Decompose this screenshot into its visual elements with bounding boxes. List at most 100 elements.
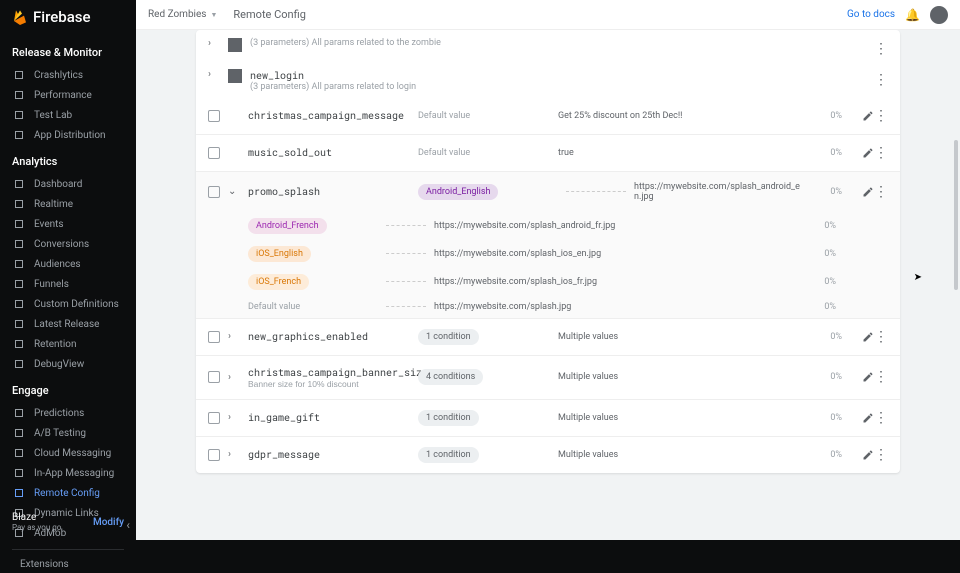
edit-icon[interactable] [862,371,874,383]
checkbox[interactable] [208,110,220,122]
nav-icon [12,426,26,440]
variant-row: Default valuehttps://mywebsite.com/splas… [196,296,900,318]
edit-icon[interactable] [862,147,874,159]
checkbox[interactable] [208,412,220,424]
sidebar-item-extensions[interactable]: Extensions [0,556,136,573]
sidebar-item-performance[interactable]: Performance [0,85,136,105]
edit-icon[interactable] [862,331,874,343]
condition-chip[interactable]: Android_English [418,184,498,200]
sidebar-item-conversions[interactable]: Conversions [0,234,136,254]
param-value: Multiple values [558,372,802,382]
sidebar-item-app-distribution[interactable]: App Distribution [0,125,136,145]
edit-icon[interactable] [862,186,874,198]
checkbox[interactable] [208,186,220,198]
nav-label: Test Lab [34,110,72,121]
nav-icon [12,297,26,311]
nav-icon [12,128,26,142]
sidebar-item-predictions[interactable]: Predictions [0,403,136,423]
condition-count-chip[interactable]: 4 conditions [418,369,483,385]
param-row: christmas_campaign_messageDefault valueG… [196,98,900,135]
nav-label: Predictions [34,408,84,419]
fetch-pct: 0% [802,372,842,382]
checkbox[interactable] [208,331,220,343]
condition-chip[interactable]: Android_French [248,218,327,234]
checkbox[interactable] [208,371,220,383]
sidebar-item-crashlytics[interactable]: Crashlytics [0,65,136,85]
project-selector[interactable]: Red Zombies ▼ [148,9,217,20]
sidebar-item-test-lab[interactable]: Test Lab [0,105,136,125]
sidebar-item-a-b-testing[interactable]: A/B Testing [0,423,136,443]
expand-icon[interactable]: › [228,412,242,423]
more-icon[interactable]: ⋮ [874,108,888,124]
nav-label: Dashboard [34,179,82,190]
sidebar-item-realtime[interactable]: Realtime [0,194,136,214]
nav-label: Audiences [34,259,81,270]
extensions-label: Extensions [20,559,69,570]
plan-name: Blaze [12,512,61,523]
expand-icon[interactable]: › [228,372,242,383]
sidebar-item-debugview[interactable]: DebugView [0,354,136,374]
nav-icon [12,197,26,211]
sidebar-item-latest-release[interactable]: Latest Release [0,314,136,334]
edit-icon[interactable] [862,110,874,122]
expand-icon[interactable]: › [208,69,222,80]
sidebar-item-in-app-messaging[interactable]: In-App Messaging [0,463,136,483]
expand-icon[interactable]: › [208,38,222,49]
nav-icon [12,486,26,500]
more-icon[interactable]: ⋮ [874,145,888,161]
sidebar-item-remote-config[interactable]: Remote Config [0,483,136,503]
sidebar-item-cloud-messaging[interactable]: Cloud Messaging [0,443,136,463]
go-to-docs-link[interactable]: Go to docs [847,9,895,20]
edit-icon[interactable] [862,412,874,424]
condition-count-chip[interactable]: 1 condition [418,410,479,426]
nav-icon [12,357,26,371]
param-name: christmas_campaign_banner_sizeBanner siz… [248,366,418,389]
more-icon[interactable]: ⋮ [874,410,888,426]
param-value: Multiple values [558,450,802,460]
plan-sub: Pay as you go [12,523,61,532]
firebase-logo[interactable]: Firebase [0,8,136,36]
sidebar-item-dashboard[interactable]: Dashboard [0,174,136,194]
param-row: ›gdpr_message1 conditionMultiple values0… [196,437,900,473]
expand-icon[interactable]: › [228,331,242,342]
collapse-icon[interactable]: ⌄ [228,186,242,197]
more-icon[interactable]: ⋮ [874,72,888,88]
sidebar-item-custom-definitions[interactable]: Custom Definitions [0,294,136,314]
fetch-pct: 0% [802,148,842,158]
more-icon[interactable]: ⋮ [874,447,888,463]
checkbox[interactable] [208,147,220,159]
condition-label: Default value [418,111,470,121]
nav-label: App Distribution [34,130,106,141]
condition-chip[interactable]: iOS_English [248,246,311,262]
condition-count-chip[interactable]: 1 condition [418,447,479,463]
more-icon[interactable]: ⋮ [874,329,888,345]
nav-icon [12,217,26,231]
sidebar-item-retention[interactable]: Retention [0,334,136,354]
more-icon[interactable]: ⋮ [874,369,888,385]
fetch-pct: 0% [796,302,836,312]
avatar[interactable] [930,6,948,24]
condition-count-chip[interactable]: 1 condition [418,329,479,345]
connector-line [566,191,626,192]
sidebar-item-events[interactable]: Events [0,214,136,234]
scrollbar[interactable] [954,140,958,290]
param-value: Multiple values [558,413,802,423]
fetch-pct: 0% [796,277,836,287]
nav-label: Custom Definitions [34,299,119,310]
sidebar-item-funnels[interactable]: Funnels [0,274,136,294]
condition-chip[interactable]: iOS_French [248,274,309,290]
nav-icon [12,446,26,460]
param-value: https://mywebsite.com/splash.jpg [434,302,796,312]
folder-icon [228,69,242,83]
more-icon[interactable]: ⋮ [874,184,888,200]
more-icon[interactable]: ⋮ [874,41,888,57]
edit-icon[interactable] [862,449,874,461]
sidebar-item-audiences[interactable]: Audiences [0,254,136,274]
collapse-sidebar-icon[interactable]: ‹ [126,518,130,532]
group-desc: (3 parameters) All params related to log… [250,82,416,94]
param-name: gdpr_message [248,448,418,461]
notifications-icon[interactable]: 🔔 [905,8,920,22]
checkbox[interactable] [208,449,220,461]
expand-icon[interactable]: › [228,449,242,460]
plan-modify-link[interactable]: Modify [93,517,124,528]
